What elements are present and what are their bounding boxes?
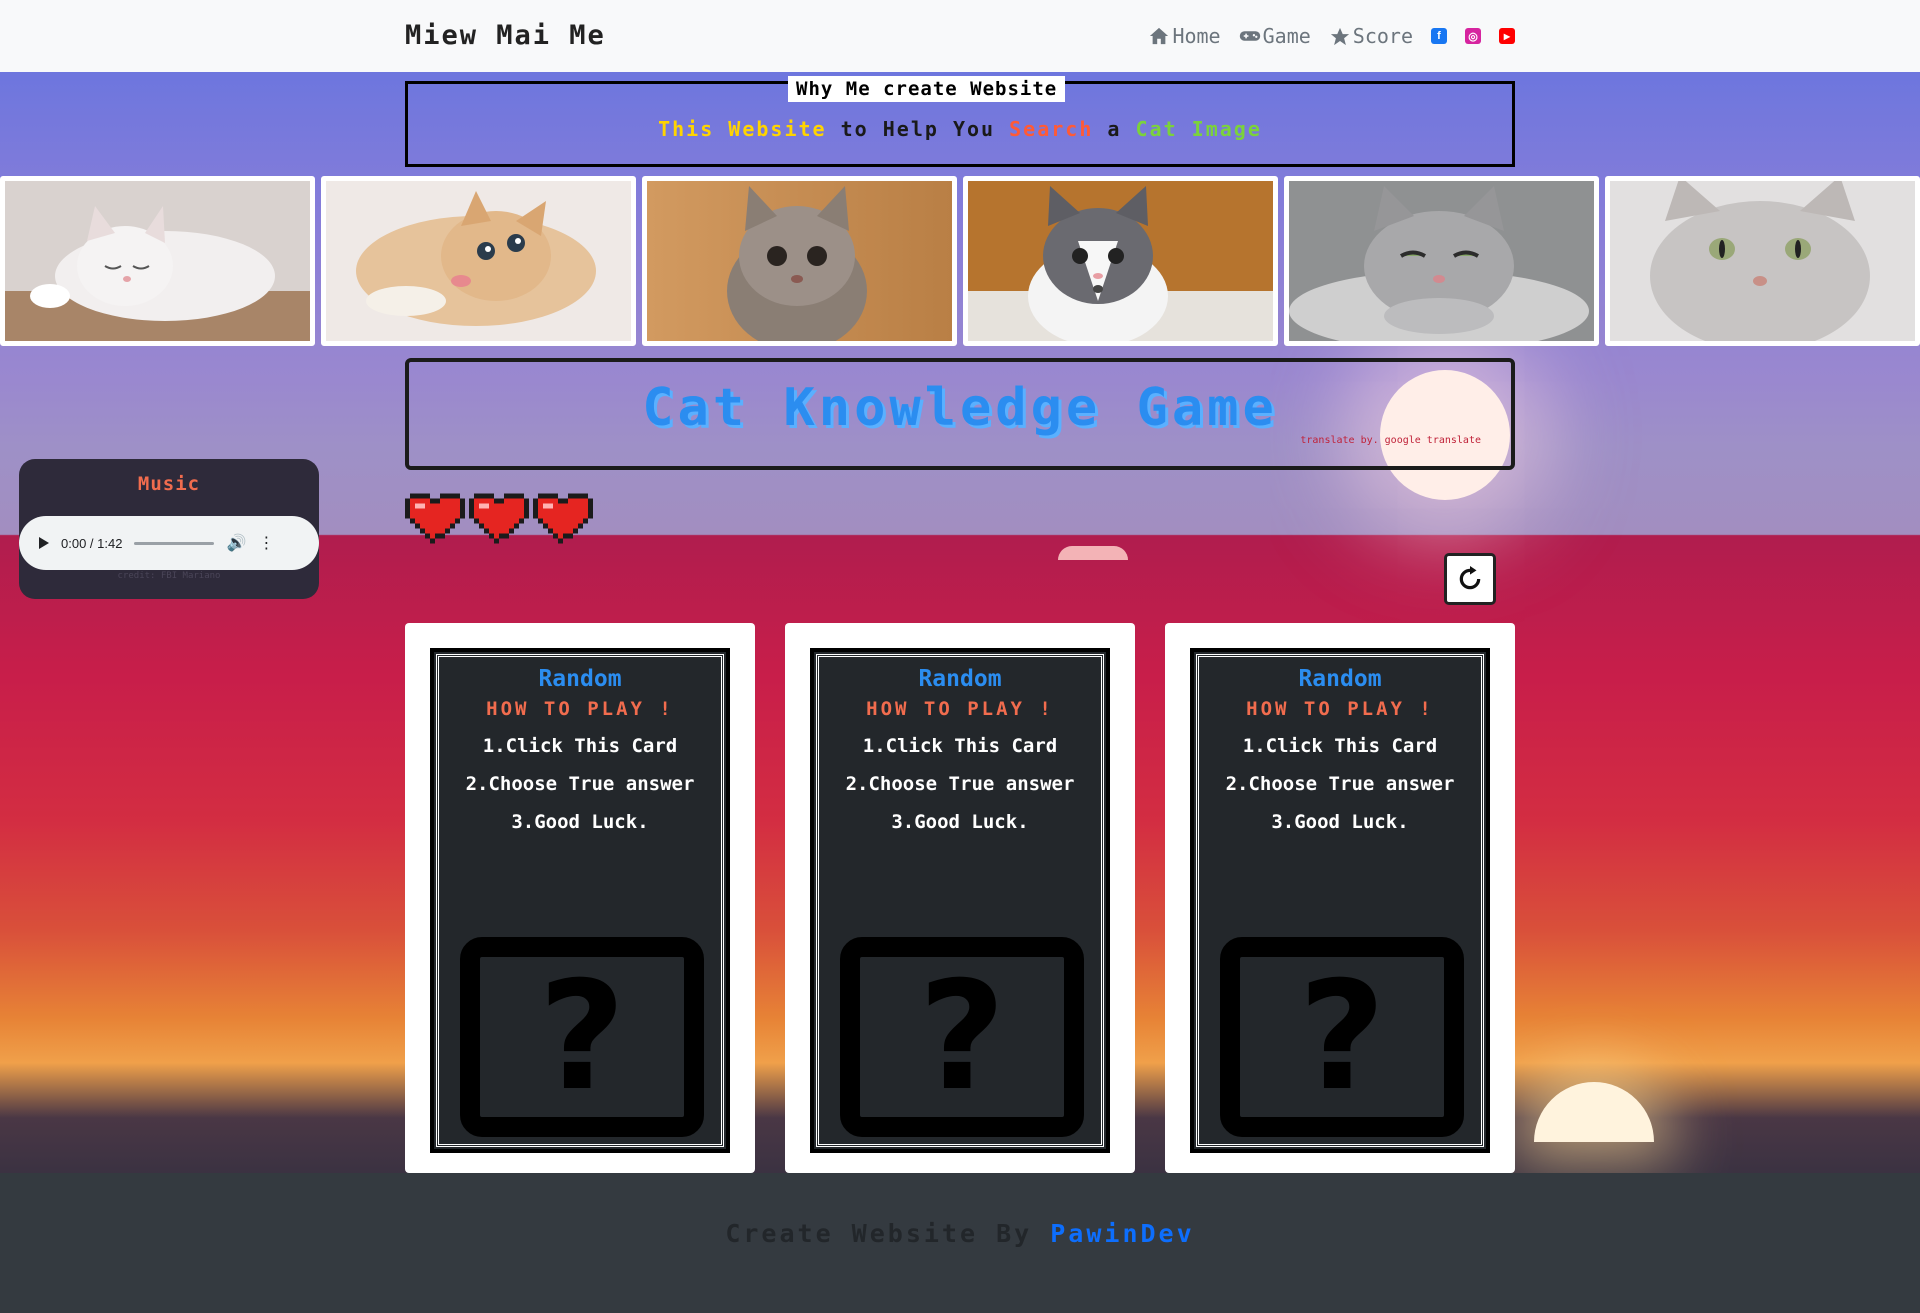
music-panel: Music 0:00 / 1:42 🔊 ⋮ credit: FBI Marian… (19, 459, 319, 599)
game-card[interactable]: Random HOW TO PLAY ! 1.Click This Card 2… (1190, 648, 1490, 1153)
nav-game-link[interactable]: Game (1239, 24, 1311, 48)
heart-icon (533, 493, 593, 544)
music-title: Music (137, 473, 201, 495)
card-howto: HOW TO PLAY ! (486, 698, 674, 720)
question-block-icon: ? (1220, 937, 1464, 1137)
nav-home-label: Home (1172, 24, 1221, 48)
grey-tabby-lounging-image (1289, 181, 1594, 341)
why-title: Why Me create Website (788, 76, 1066, 102)
heart-icon (469, 493, 529, 544)
why-text-part: a (1093, 117, 1136, 141)
cat-image[interactable] (1605, 176, 1920, 346)
gamepad-icon (1239, 31, 1260, 41)
more-options-icon[interactable]: ⋮ (258, 533, 274, 553)
why-text-part: Cat Image (1135, 117, 1262, 141)
question-mark: ? (538, 950, 626, 1124)
card-step: 1.Click This Card (1242, 735, 1438, 757)
game-title: Cat Knowledge Game (642, 378, 1278, 438)
nav-home-link[interactable]: Home (1148, 24, 1221, 48)
card-step: 3.Good Luck. (1271, 811, 1409, 833)
card-step: 2.Choose True answer (845, 773, 1075, 795)
brand-logo[interactable]: Miew Mai Me (405, 20, 606, 51)
nav-game-label: Game (1262, 24, 1311, 48)
footer-text: Create Website By PawinDev (0, 1219, 1920, 1248)
lives-display (405, 488, 593, 544)
nav-links: Home Game Score f ◎ ▶ (1148, 24, 1515, 48)
question-mark: ? (1298, 950, 1386, 1124)
instagram-icon[interactable]: ◎ (1465, 28, 1481, 44)
refresh-button[interactable] (1444, 553, 1496, 605)
card-title: Random (1298, 666, 1382, 692)
question-block-icon: ? (460, 937, 704, 1137)
card-container: Random HOW TO PLAY ! 1.Click This Card 2… (785, 623, 1135, 1173)
navbar: Miew Mai Me Home Game Score f ◎ ▶ (0, 0, 1920, 72)
card-step: 1.Click This Card (482, 735, 678, 757)
game-card[interactable]: Random HOW TO PLAY ! 1.Click This Card 2… (810, 648, 1110, 1153)
volume-icon[interactable]: 🔊 (226, 533, 246, 553)
why-text-part: This Website (658, 117, 827, 141)
audio-player: 0:00 / 1:42 🔊 ⋮ (19, 516, 319, 570)
cat-image[interactable] (642, 176, 957, 346)
cat-image[interactable] (1284, 176, 1599, 346)
game-cards: Random HOW TO PLAY ! 1.Click This Card 2… (405, 623, 1515, 1173)
card-title: Random (538, 666, 622, 692)
card-howto: HOW TO PLAY ! (866, 698, 1054, 720)
nav-score-link[interactable]: Score (1329, 24, 1413, 48)
card-step: 1.Click This Card (862, 735, 1058, 757)
audio-time: 0:00 / 1:42 (61, 535, 123, 551)
fluffy-grey-cat-image (1610, 181, 1915, 341)
question-mark: ? (918, 950, 1006, 1124)
card-container: Random HOW TO PLAY ! 1.Click This Card 2… (1165, 623, 1515, 1173)
card-step: 2.Choose True answer (1225, 773, 1455, 795)
card-howto: HOW TO PLAY ! (1246, 698, 1434, 720)
card-step: 3.Good Luck. (891, 811, 1029, 833)
cat-image[interactable] (321, 176, 636, 346)
card-step: 3.Good Luck. (511, 811, 649, 833)
sleeping-kitten-image (5, 181, 310, 341)
game-card[interactable]: Random HOW TO PLAY ! 1.Click This Card 2… (430, 648, 730, 1153)
nav-score-label: Score (1352, 24, 1413, 48)
footer-author-link[interactable]: PawinDev (1050, 1219, 1194, 1248)
footer: Create Website By PawinDev (0, 1173, 1920, 1313)
cat-image[interactable] (963, 176, 1278, 346)
cat-image[interactable] (0, 176, 315, 346)
why-section: Why Me create Website This Website to He… (405, 76, 1515, 167)
question-block-icon: ? (840, 937, 1084, 1137)
cat-image-gallery (0, 176, 1920, 346)
ginger-kitten-image (326, 181, 631, 341)
sun-setting-decoration (1534, 1082, 1654, 1142)
heart-icon (405, 493, 465, 544)
audio-progress-bar[interactable] (134, 541, 215, 545)
why-text-part: Search (1009, 117, 1094, 141)
footer-prefix: Create Website By (725, 1219, 1051, 1248)
refresh-icon (1459, 566, 1481, 590)
star-icon (1330, 27, 1349, 46)
card-container: Random HOW TO PLAY ! 1.Click This Card 2… (405, 623, 755, 1173)
youtube-icon[interactable]: ▶ (1499, 28, 1515, 44)
why-text: This Website to Help You Search a Cat Im… (408, 117, 1512, 141)
sun-horizon-decoration (1058, 546, 1128, 560)
grey-white-cat-image (968, 181, 1273, 341)
card-step: 2.Choose True answer (465, 773, 695, 795)
music-credit: credit: FBI Mariano (117, 571, 221, 581)
sad-tabby-image (647, 181, 952, 341)
game-title-box: Cat Knowledge Game translate by. google … (405, 358, 1515, 470)
translate-credit: translate by. google translate (1300, 435, 1481, 446)
home-icon (1150, 27, 1169, 45)
facebook-icon[interactable]: f (1431, 28, 1447, 44)
why-text-part: to Help You (826, 117, 1010, 141)
play-icon[interactable] (39, 537, 49, 549)
card-title: Random (918, 666, 1002, 692)
